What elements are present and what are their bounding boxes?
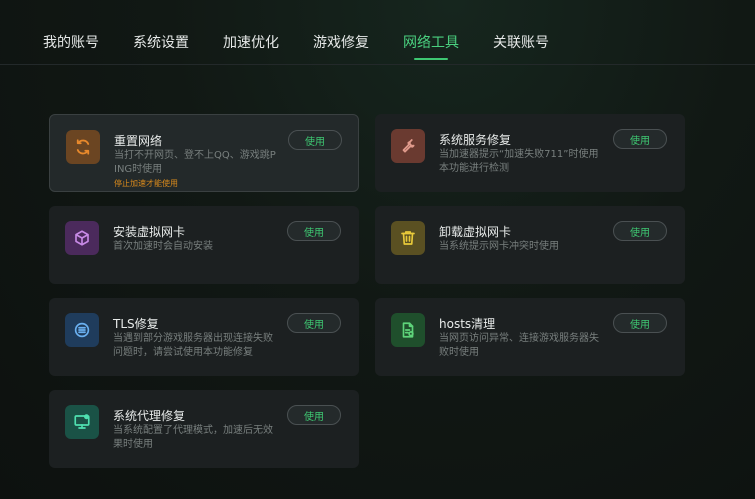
card-tls-repair[interactable]: TLS修复 当遇到部分游戏服务器出现连接失败问题时，请尝试使用本功能修复 使用	[49, 298, 359, 376]
tab-linked-accounts[interactable]: 关联账号	[493, 32, 549, 52]
use-button[interactable]: 使用	[613, 313, 667, 333]
card-system-proxy-repair[interactable]: 系统代理修复 当系统配置了代理模式，加速后无效果时使用 使用	[49, 390, 359, 468]
wrench-icon	[391, 129, 425, 163]
trash-icon	[391, 221, 425, 255]
file-clean-icon	[391, 313, 425, 347]
card-description: 当遇到部分游戏服务器出现连接失败问题时，请尝试使用本功能修复	[113, 333, 273, 358]
use-button[interactable]: 使用	[288, 130, 342, 150]
card-install-virtual-nic[interactable]: 安装虚拟网卡 首次加速时会自动安装 使用	[49, 206, 359, 284]
use-button[interactable]: 使用	[287, 313, 341, 333]
card-description: 当打不开网页、登不上QQ、游戏跳PING时使用	[114, 150, 276, 175]
card-description: 当系统提示网卡冲突时使用	[439, 241, 559, 252]
use-button[interactable]: 使用	[613, 221, 667, 241]
tab-game-repair[interactable]: 游戏修复	[313, 32, 369, 52]
refresh-icon	[66, 130, 100, 164]
active-tab-indicator	[414, 58, 448, 60]
card-description: 当系统配置了代理模式，加速后无效果时使用	[113, 425, 273, 450]
tab-system-settings[interactable]: 系统设置	[133, 32, 189, 52]
card-title: 系统代理修复	[113, 409, 186, 423]
card-title: 重置网络	[114, 134, 163, 148]
tls-icon	[65, 313, 99, 347]
card-warning: 停止加速才能使用	[114, 179, 178, 188]
card-reset-network[interactable]: 重置网络 当打不开网页、登不上QQ、游戏跳PING时使用 停止加速才能使用 使用	[49, 114, 359, 192]
card-uninstall-virtual-nic[interactable]: 卸载虚拟网卡 当系统提示网卡冲突时使用 使用	[375, 206, 685, 284]
card-title: 安装虚拟网卡	[113, 225, 186, 239]
tab-my-account[interactable]: 我的账号	[43, 32, 99, 52]
use-button[interactable]: 使用	[287, 221, 341, 241]
card-title: hosts清理	[439, 317, 496, 331]
cube-icon	[65, 221, 99, 255]
card-hosts-cleanup[interactable]: hosts清理 当网页访问异常、连接游戏服务器失败时使用 使用	[375, 298, 685, 376]
card-title: 卸载虚拟网卡	[439, 225, 512, 239]
tab-acceleration-optimization[interactable]: 加速优化	[223, 32, 279, 52]
use-button[interactable]: 使用	[613, 129, 667, 149]
card-description: 当网页访问异常、连接游戏服务器失败时使用	[439, 333, 599, 358]
card-description: 首次加速时会自动安装	[113, 241, 213, 252]
card-title: TLS修复	[113, 317, 159, 331]
tab-bar: 我的账号 系统设置 加速优化 游戏修复 网络工具 关联账号	[0, 0, 755, 65]
card-description: 当加速器提示“加速失败711”时使用本功能进行检测	[439, 149, 599, 174]
card-system-service-repair[interactable]: 系统服务修复 当加速器提示“加速失败711”时使用本功能进行检测 使用	[375, 114, 685, 192]
use-button[interactable]: 使用	[287, 405, 341, 425]
tab-network-tools[interactable]: 网络工具	[403, 32, 459, 52]
monitor-icon	[65, 405, 99, 439]
card-title: 系统服务修复	[439, 133, 512, 147]
